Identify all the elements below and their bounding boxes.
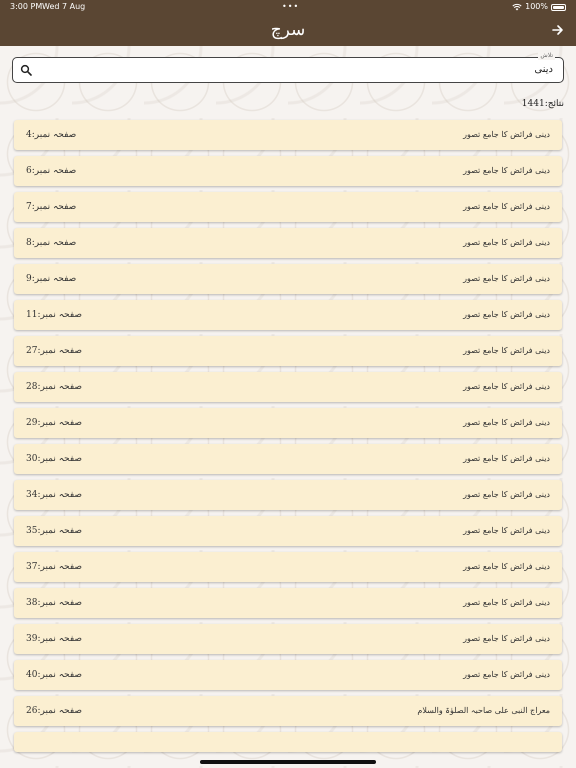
result-item[interactable]: دینی فرائض کا جامع تصور صفحہ نمبر:35	[14, 516, 562, 546]
result-title: دینی فرائض کا جامع تصور	[463, 418, 550, 427]
result-title: دینی فرائض کا جامع تصور	[463, 166, 550, 175]
result-item[interactable]: دینی فرائض کا جامع تصور صفحہ نمبر:9	[14, 264, 562, 294]
result-item[interactable]: دینی فرائض کا جامع تصور صفحہ نمبر:27	[14, 336, 562, 366]
result-item[interactable]: دینی فرائض کا جامع تصور صفحہ نمبر:38	[14, 588, 562, 618]
result-page: صفحہ نمبر:38	[26, 598, 83, 608]
status-date: Wed 7 Aug	[42, 2, 86, 11]
result-item[interactable]: دینی فرائض کا جامع تصور صفحہ نمبر:39	[14, 624, 562, 654]
result-page: صفحہ نمبر:30	[26, 454, 83, 464]
result-title: دینی فرائض کا جامع تصور	[463, 670, 550, 679]
back-button[interactable]	[548, 20, 568, 40]
result-title: دینی فرائض کا جامع تصور	[463, 382, 550, 391]
result-item[interactable]: دینی فرائض کا جامع تصور صفحہ نمبر:28	[14, 372, 562, 402]
result-page: صفحہ نمبر:4	[26, 130, 77, 140]
result-count: نتائج:1441	[521, 99, 564, 109]
result-item[interactable]	[14, 732, 562, 752]
result-item[interactable]: دینی فرائض کا جامع تصور صفحہ نمبر:6	[14, 156, 562, 186]
result-title: دینی فرائض کا جامع تصور	[463, 562, 550, 571]
result-title: دینی فرائض کا جامع تصور	[463, 634, 550, 643]
status-right: 100%	[512, 0, 566, 14]
search-field-label: تلاش	[538, 52, 555, 60]
result-page: صفحہ نمبر:9	[26, 274, 77, 284]
result-item[interactable]: دینی فرائض کا جامع تصور صفحہ نمبر:8	[14, 228, 562, 258]
result-title: دینی فرائض کا جامع تصور	[463, 310, 550, 319]
result-page: صفحہ نمبر:8	[26, 238, 77, 248]
result-page: صفحہ نمبر:11	[26, 310, 83, 320]
result-title: معراج النبی علی صاحبہ الصلوٰۃ والسلام	[417, 706, 550, 715]
result-page: صفحہ نمبر:40	[26, 670, 83, 680]
result-item[interactable]: دینی فرائض کا جامع تصور صفحہ نمبر:30	[14, 444, 562, 474]
status-time: 3:00 PM	[10, 2, 43, 11]
result-item[interactable]: دینی فرائض کا جامع تصور صفحہ نمبر:40	[14, 660, 562, 690]
result-title: دینی فرائض کا جامع تصور	[463, 526, 550, 535]
nav-bar: سرچ	[0, 14, 576, 46]
result-page: صفحہ نمبر:27	[26, 346, 83, 356]
result-item[interactable]: دینی فرائض کا جامع تصور صفحہ نمبر:34	[14, 480, 562, 510]
status-bar: 3:00 PM Wed 7 Aug ••• 100%	[0, 0, 576, 14]
result-page: صفحہ نمبر:29	[26, 418, 83, 428]
result-title: دینی فرائض کا جامع تصور	[463, 238, 550, 247]
search-field[interactable]: تلاش دینی	[12, 52, 564, 83]
result-item[interactable]: معراج النبی علی صاحبہ الصلوٰۃ والسلام صف…	[14, 696, 562, 726]
arrow-right-icon	[552, 25, 563, 35]
page-title: سرچ	[270, 20, 306, 40]
result-page: صفحہ نمبر:6	[26, 166, 77, 176]
result-page: صفحہ نمبر:34	[26, 490, 83, 500]
home-indicator[interactable]	[200, 760, 376, 764]
result-page: صفحہ نمبر:7	[26, 202, 77, 212]
search-input[interactable]: دینی	[534, 62, 553, 78]
result-title: دینی فرائض کا جامع تصور	[463, 346, 550, 355]
result-item[interactable]: دینی فرائض کا جامع تصور صفحہ نمبر:37	[14, 552, 562, 582]
result-item[interactable]: دینی فرائض کا جامع تصور صفحہ نمبر:11	[14, 300, 562, 330]
result-page: صفحہ نمبر:37	[26, 562, 83, 572]
result-title: دینی فرائض کا جامع تصور	[463, 490, 550, 499]
battery-icon	[551, 3, 566, 11]
battery-percent: 100%	[525, 2, 548, 11]
result-title: دینی فرائض کا جامع تصور	[463, 274, 550, 283]
result-item[interactable]: دینی فرائض کا جامع تصور صفحہ نمبر:7	[14, 192, 562, 222]
result-page: صفحہ نمبر:26	[26, 706, 83, 716]
multitask-dots[interactable]: •••	[282, 0, 299, 14]
wifi-icon	[512, 3, 522, 11]
result-page: صفحہ نمبر:39	[26, 634, 83, 644]
result-title: دینی فرائض کا جامع تصور	[463, 202, 550, 211]
result-page: صفحہ نمبر:35	[26, 526, 83, 536]
result-page: صفحہ نمبر:28	[26, 382, 83, 392]
search-icon[interactable]	[20, 64, 32, 76]
result-item[interactable]: دینی فرائض کا جامع تصور صفحہ نمبر:29	[14, 408, 562, 438]
result-title: دینی فرائض کا جامع تصور	[463, 598, 550, 607]
result-title: دینی فرائض کا جامع تصور	[463, 130, 550, 139]
result-item[interactable]: دینی فرائض کا جامع تصور صفحہ نمبر:4	[14, 120, 562, 150]
result-title: دینی فرائض کا جامع تصور	[463, 454, 550, 463]
